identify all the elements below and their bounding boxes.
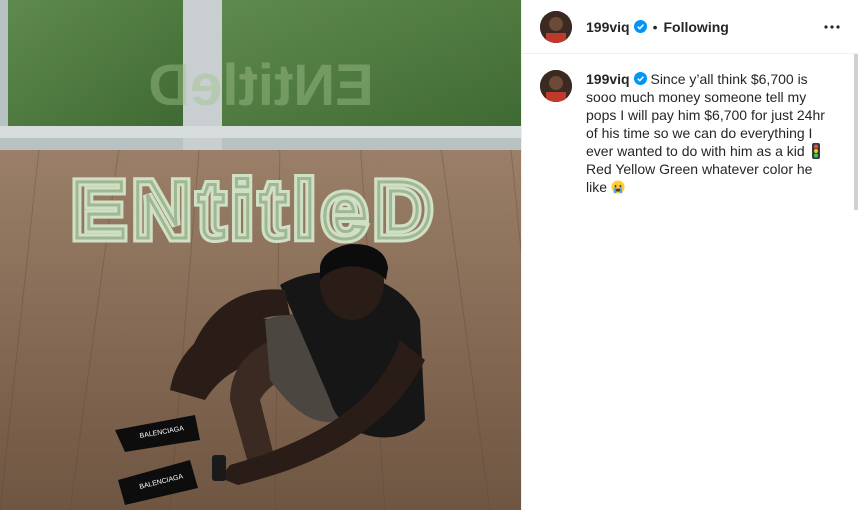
panel-scrollbar[interactable]: [854, 54, 858, 210]
crying-face-icon: [611, 180, 625, 194]
separator-dot: •: [652, 18, 658, 35]
traffic-light-icon: [811, 143, 820, 159]
more-options-icon[interactable]: [820, 15, 844, 39]
post-caption: 199viq Since y’all think $6,700 is sooo …: [586, 70, 826, 196]
caption-row: 199viq Since y’all think $6,700 is sooo …: [522, 54, 858, 196]
author-username[interactable]: 199viq: [586, 19, 630, 35]
author-avatar[interactable]: [540, 10, 572, 43]
caption-verified-badge-icon: [633, 72, 647, 85]
post-photo-illustration: ENtitleD ENtitleD ENtitleD BALENCIAGA BA…: [0, 0, 521, 510]
verified-badge-icon: [633, 20, 647, 33]
money-letters-shade: ENtitleD: [72, 165, 439, 256]
following-button[interactable]: Following: [664, 19, 729, 35]
glass-reflection-text: ENtitleD: [148, 53, 374, 118]
post-header: 199viq • Following: [522, 0, 858, 54]
post-image[interactable]: ENtitleD ENtitleD ENtitleD BALENCIAGA BA…: [0, 0, 521, 510]
caption-username[interactable]: 199viq: [586, 71, 630, 87]
post-side-panel: 199viq • Following 199viq Since y’all th…: [521, 0, 858, 510]
caption-author-avatar[interactable]: [540, 70, 572, 102]
